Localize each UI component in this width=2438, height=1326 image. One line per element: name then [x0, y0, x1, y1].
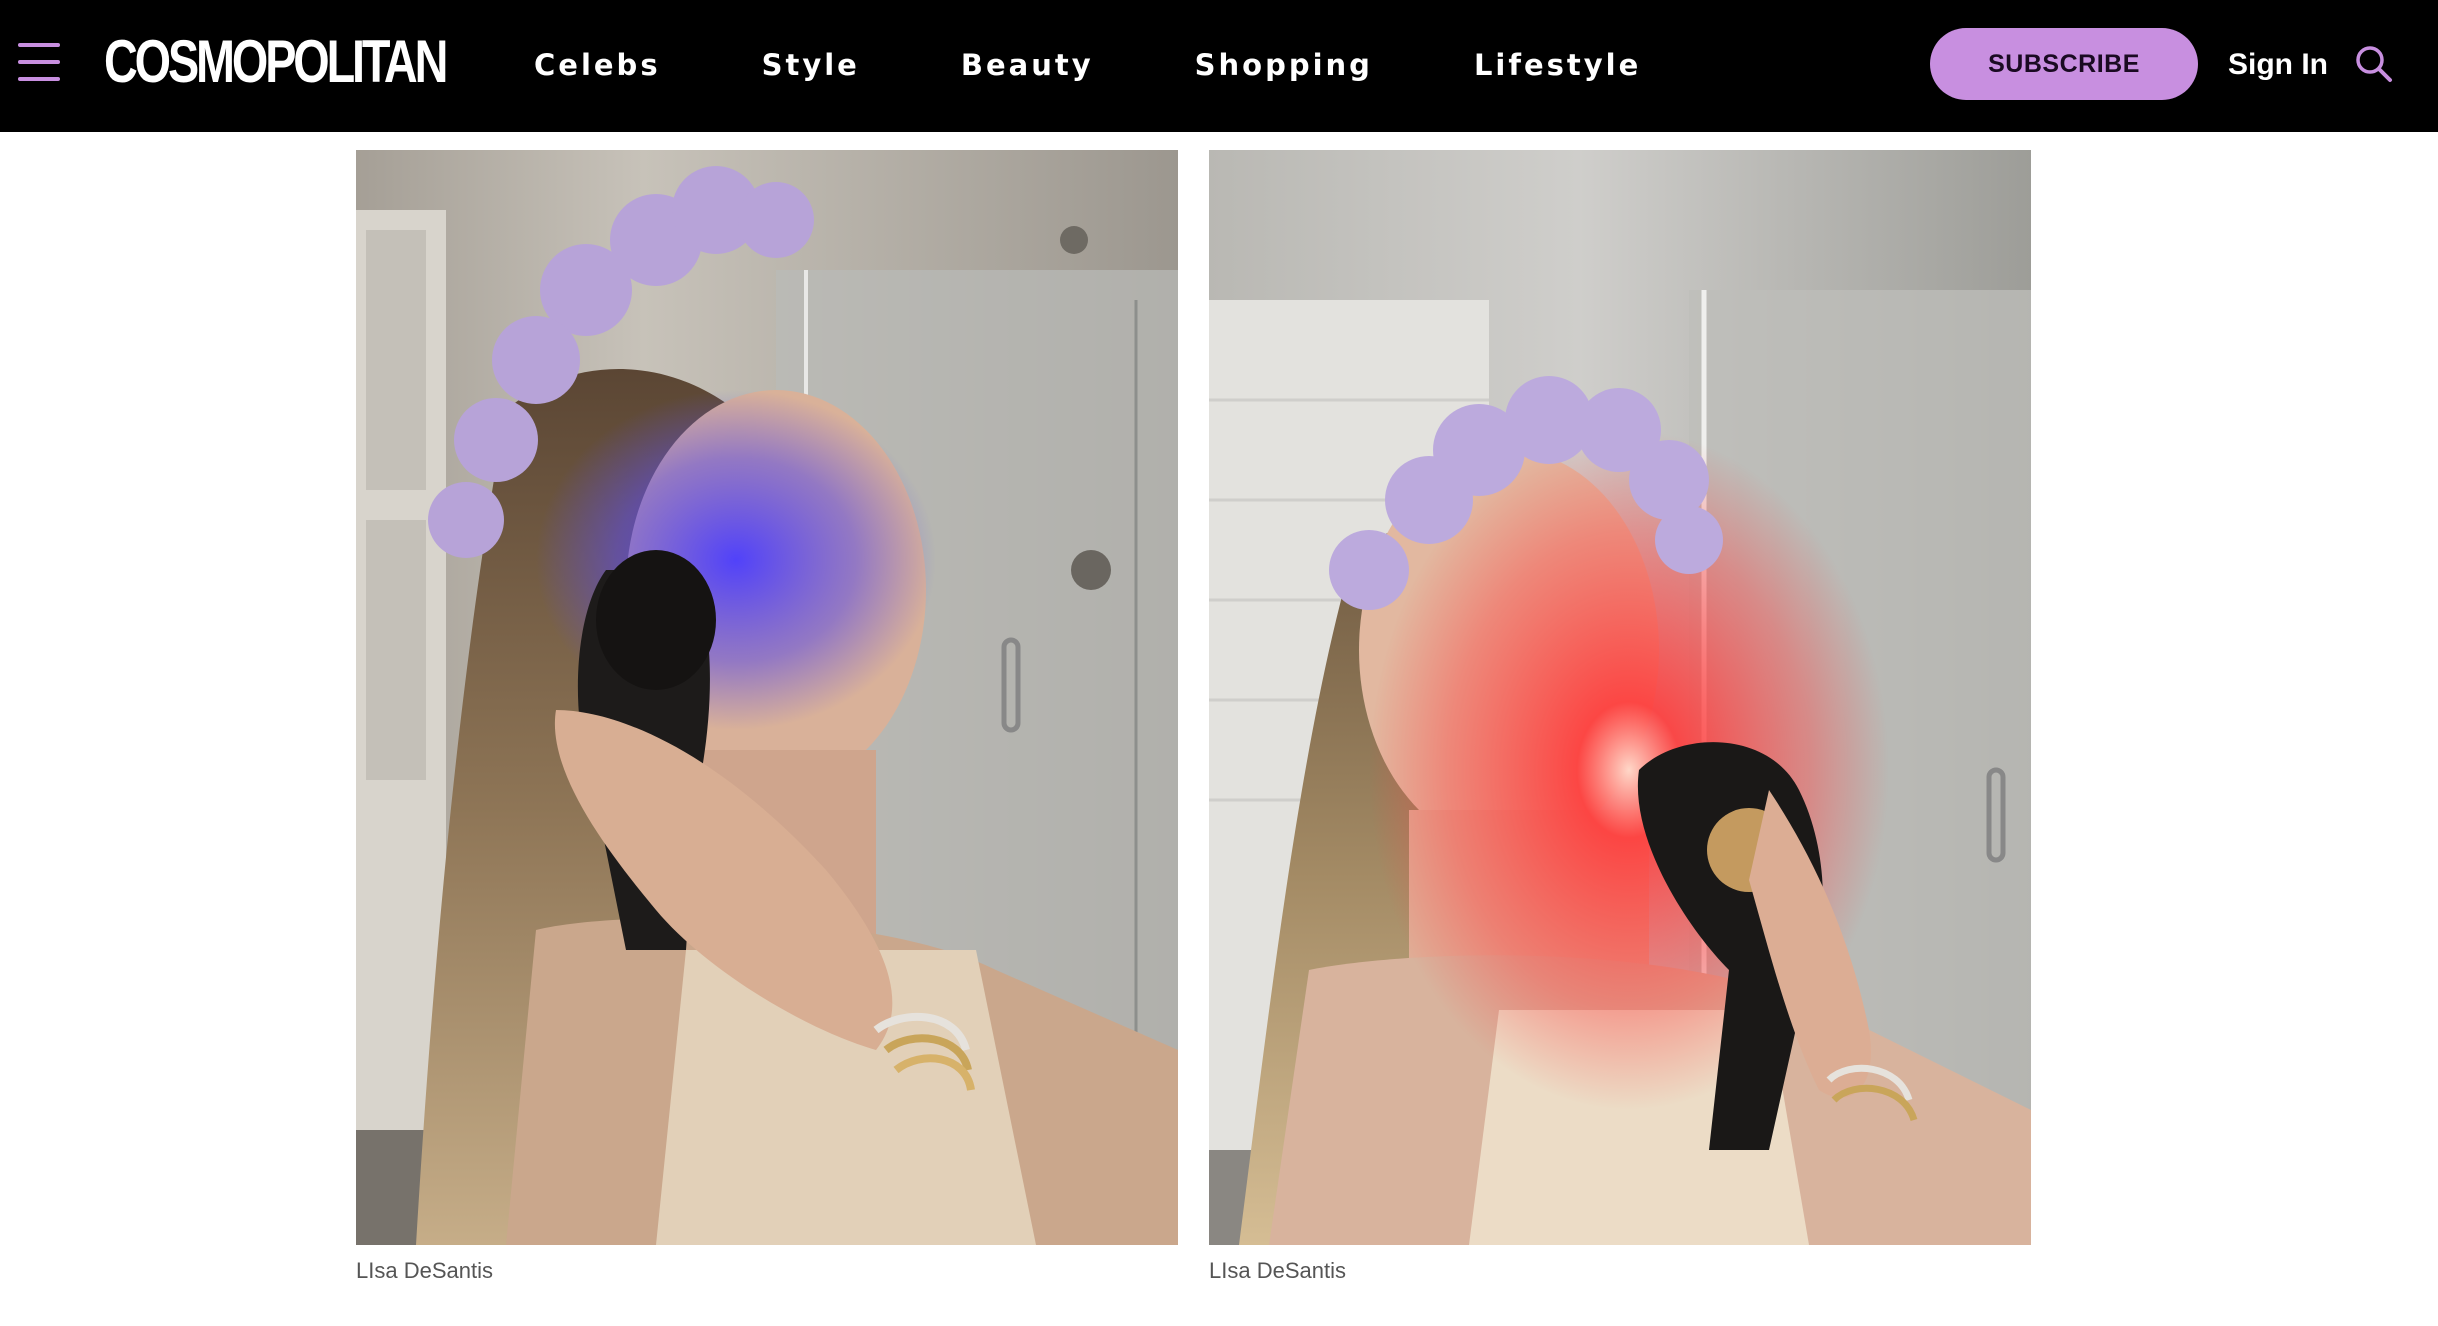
nav-item-style[interactable]: Style	[762, 40, 860, 90]
sign-in-link[interactable]: Sign In	[2228, 40, 2328, 90]
photo-credit: LIsa DeSantis	[356, 1258, 493, 1283]
search-icon[interactable]	[2354, 44, 2394, 84]
nav-item-lifestyle[interactable]: Lifestyle	[1474, 40, 1641, 90]
hamburger-menu-icon[interactable]	[18, 43, 60, 81]
site-logo[interactable]: COSMOPOLITAN	[104, 30, 448, 94]
primary-nav: Celebs Style Beauty Shopping Lifestyle	[534, 40, 1641, 90]
photo-red-light-therapy[interactable]	[1209, 150, 2031, 1245]
photo-credit: LIsa DeSantis	[1209, 1258, 1346, 1283]
nav-item-beauty[interactable]: Beauty	[961, 40, 1094, 90]
site-header: COSMOPOLITAN Celebs Style Beauty Shoppin…	[0, 0, 2438, 132]
gallery-figure-red-light: LIsa DeSantis	[1209, 150, 2031, 1283]
nav-item-shopping[interactable]: Shopping	[1195, 40, 1373, 90]
gallery-figure-blue-light: LIsa DeSantis	[356, 150, 1178, 1283]
subscribe-button[interactable]: SUBSCRIBE	[1930, 28, 2198, 100]
photo-blue-light-therapy[interactable]	[356, 150, 1178, 1245]
nav-item-celebs[interactable]: Celebs	[534, 40, 661, 90]
